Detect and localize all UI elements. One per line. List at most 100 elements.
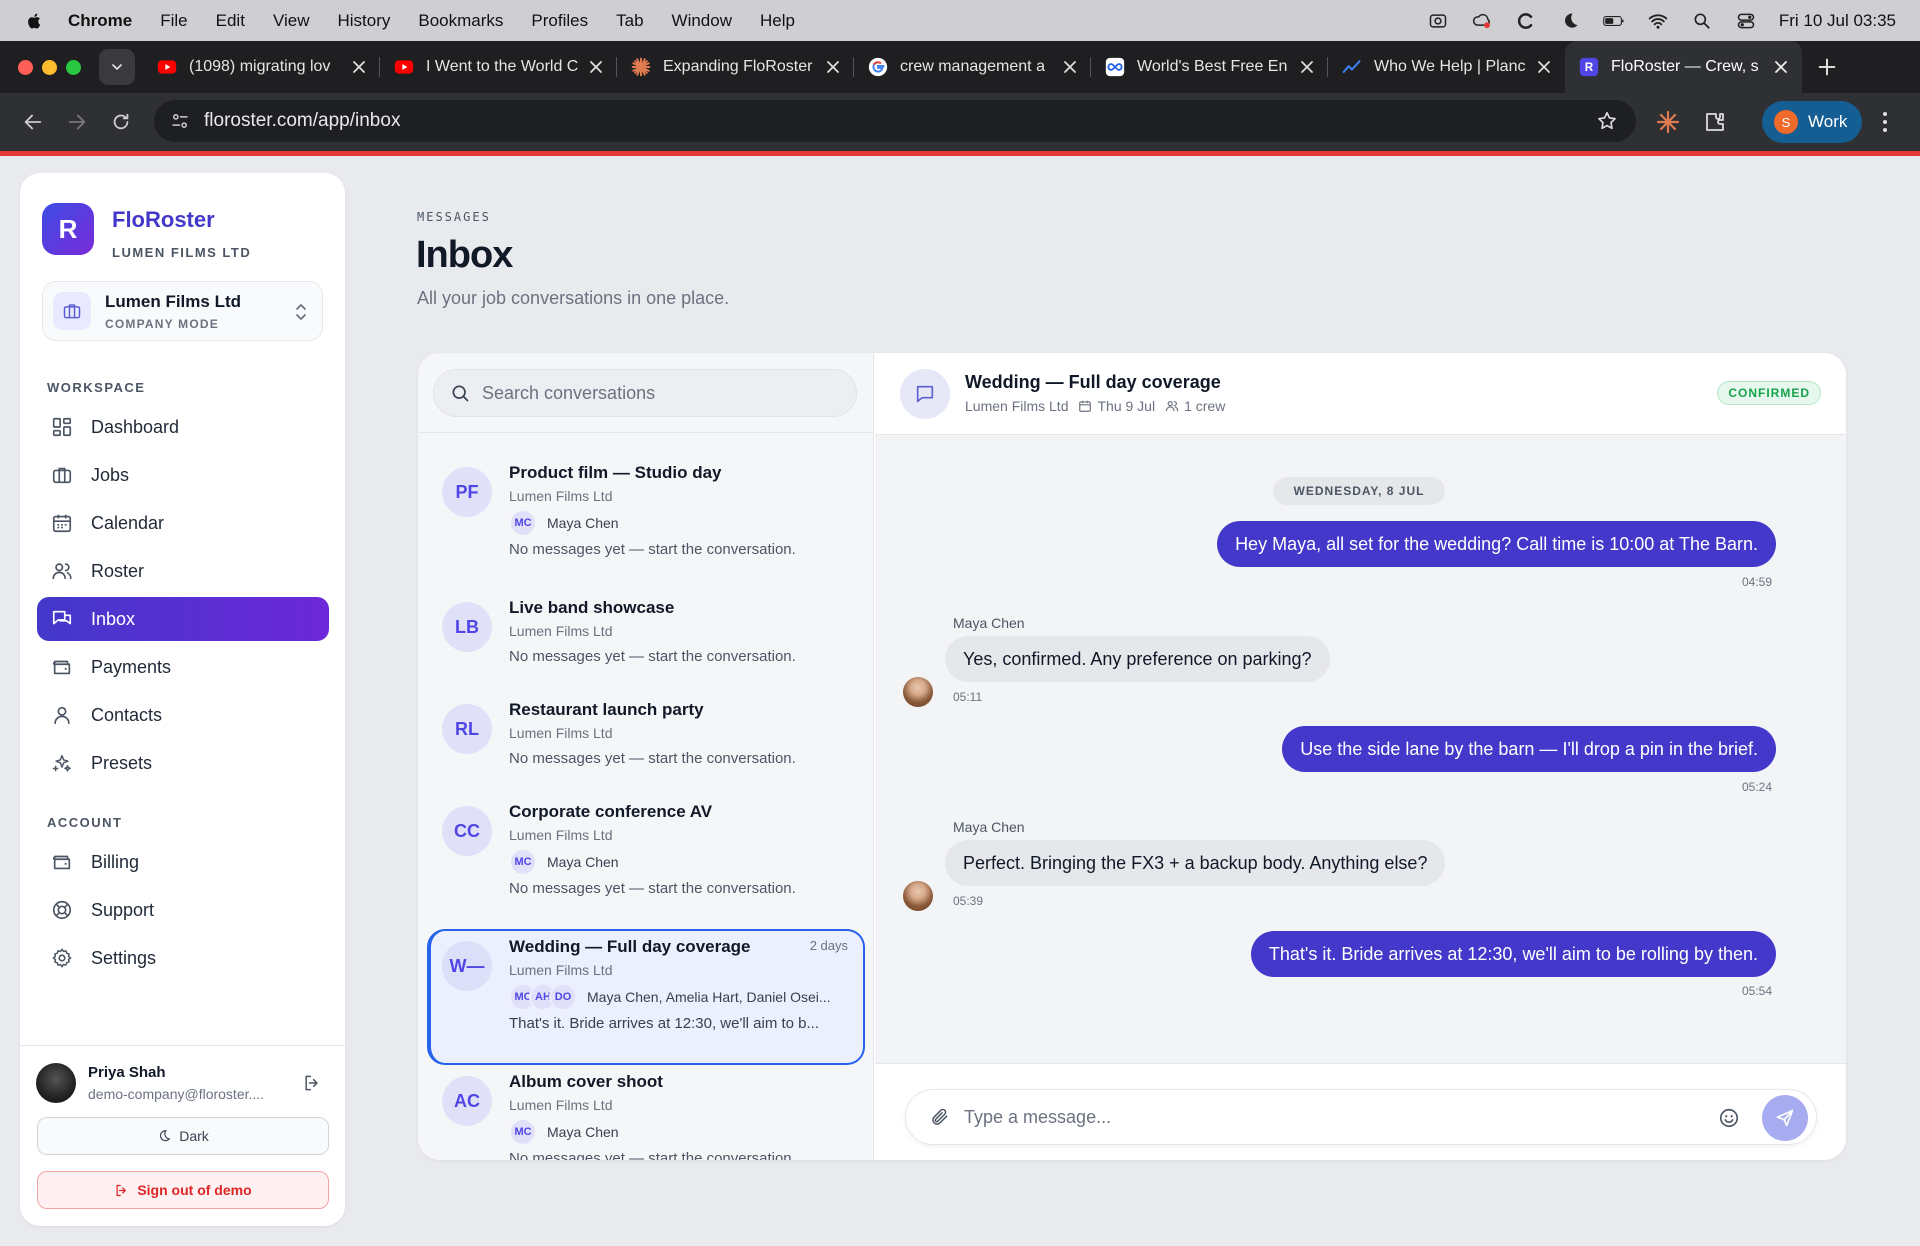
conversation-item[interactable]: AC Album cover shoot Lumen Films Ltd MC …	[418, 1066, 873, 1160]
send-button[interactable]	[1762, 1095, 1808, 1141]
moon-icon[interactable]	[1559, 11, 1581, 31]
nav-presets[interactable]: Presets	[37, 741, 329, 785]
menu-profiles[interactable]: Profiles	[531, 11, 588, 31]
conversation-item-selected[interactable]: W— Wedding — Full day coverage 2 days Lu…	[418, 929, 873, 1065]
thread-date: Thu 9 Jul	[1097, 398, 1156, 414]
browser-tab[interactable]: Who We Help | Planc	[1328, 41, 1565, 93]
conversation-item[interactable]: LB Live band showcase Lumen Films Ltd No…	[418, 592, 873, 682]
nav-support[interactable]: Support	[37, 888, 329, 932]
minimize-window-button[interactable]	[42, 59, 57, 75]
inbox-card: Search conversations PF Product film — S…	[418, 353, 1846, 1160]
zoom-window-button[interactable]	[66, 59, 81, 75]
close-tab-icon[interactable]	[1537, 60, 1551, 74]
nav-calendar[interactable]: Calendar	[37, 501, 329, 545]
claude-extension-icon[interactable]	[1656, 110, 1680, 134]
message-input[interactable]: Type a message...	[905, 1089, 1817, 1145]
profile-label: Work	[1808, 112, 1848, 131]
nav-billing[interactable]: Billing	[37, 840, 329, 884]
dark-mode-label: Dark	[179, 1128, 209, 1144]
close-tab-icon[interactable]	[1300, 60, 1314, 74]
browser-tab[interactable]: World's Best Free En	[1091, 41, 1328, 93]
conversation-item[interactable]: PF Product film — Studio day Lumen Films…	[418, 457, 873, 577]
claude-icon	[631, 57, 651, 77]
close-tab-icon[interactable]	[589, 60, 603, 74]
browser-tab[interactable]: crew management a	[854, 41, 1091, 93]
more-menu-icon[interactable]	[1882, 110, 1888, 134]
url-text: floroster.com/app/inbox	[204, 110, 401, 131]
browser-tab[interactable]: Expanding FloRoster	[617, 41, 854, 93]
nav-settings[interactable]: Settings	[37, 936, 329, 980]
conversation-company: Lumen Films Ltd	[509, 1097, 613, 1113]
day-separator: WEDNESDAY, 8 JUL	[1273, 477, 1445, 505]
menu-window[interactable]: Window	[672, 11, 732, 31]
message-time: 05:11	[953, 690, 983, 704]
screen-record-icon[interactable]	[1427, 11, 1449, 31]
sidebar-divider	[20, 1045, 345, 1046]
youtube-icon	[157, 57, 177, 77]
workspace-section-label: WORKSPACE	[47, 380, 146, 395]
apple-icon[interactable]	[26, 11, 44, 31]
brand[interactable]: R FloRoster LUMEN FILMS LTD	[42, 203, 251, 260]
thread-meta: Lumen Films Ltd Thu 9 Jul 1 crew	[965, 398, 1225, 414]
tab-search-button[interactable]	[99, 49, 135, 85]
menu-view[interactable]: View	[273, 11, 310, 31]
reload-icon[interactable]	[110, 111, 132, 133]
user-icon	[51, 704, 73, 726]
browser-tab[interactable]: I Went to the World C	[380, 41, 617, 93]
nav-contacts[interactable]: Contacts	[37, 693, 329, 737]
logout-icon[interactable]	[302, 1073, 322, 1093]
menu-edit[interactable]: Edit	[216, 11, 245, 31]
menu-app-name[interactable]: Chrome	[68, 11, 132, 31]
close-tab-icon[interactable]	[826, 60, 840, 74]
browser-tab-active[interactable]: R FloRoster — Crew, s	[1565, 41, 1802, 93]
chevron-up-down-icon	[294, 302, 308, 322]
emoji-icon[interactable]	[1718, 1107, 1740, 1129]
message-placeholder: Type a message...	[964, 1106, 1112, 1127]
paperclip-icon[interactable]	[930, 1107, 950, 1127]
dark-mode-toggle[interactable]: Dark	[37, 1117, 329, 1155]
nav-inbox[interactable]: Inbox	[37, 597, 329, 641]
site-settings-icon[interactable]	[170, 111, 190, 131]
company-switcher[interactable]: Lumen Films Ltd COMPANY MODE	[42, 281, 323, 341]
menubar-clock[interactable]: Fri 10 Jul 03:35	[1779, 11, 1896, 31]
nav-payments[interactable]: Payments	[37, 645, 329, 689]
conversation-crew: MC Maya Chen	[509, 1118, 619, 1146]
c-app-icon[interactable]	[1515, 11, 1537, 31]
close-tab-icon[interactable]	[1063, 60, 1077, 74]
spotlight-search-icon[interactable]	[1691, 11, 1713, 31]
creative-cloud-icon[interactable]	[1471, 11, 1493, 31]
youtube-icon	[394, 57, 414, 77]
menu-help[interactable]: Help	[760, 11, 795, 31]
menu-tab[interactable]: Tab	[616, 11, 643, 31]
conversation-item[interactable]: RL Restaurant launch party Lumen Films L…	[418, 694, 873, 784]
list-divider	[418, 432, 873, 433]
close-window-button[interactable]	[18, 59, 33, 75]
nav-dashboard[interactable]: Dashboard	[37, 405, 329, 449]
profile-button[interactable]: S Work	[1762, 101, 1862, 143]
wifi-icon[interactable]	[1647, 11, 1669, 31]
menu-file[interactable]: File	[160, 11, 187, 31]
close-tab-icon[interactable]	[1774, 60, 1788, 74]
battery-icon[interactable]	[1602, 11, 1625, 31]
menu-bookmarks[interactable]: Bookmarks	[418, 11, 503, 31]
conversation-avatar: AC	[442, 1076, 492, 1126]
sign-out-button[interactable]: Sign out of demo	[37, 1171, 329, 1209]
conversation-preview: No messages yet — start the conversation…	[509, 648, 796, 665]
search-conversations-input[interactable]: Search conversations	[433, 369, 857, 417]
control-center-icon[interactable]	[1735, 11, 1757, 31]
conversation-title: Album cover shoot	[509, 1072, 663, 1091]
close-tab-icon[interactable]	[352, 60, 366, 74]
nav-jobs[interactable]: Jobs	[37, 453, 329, 497]
bookmark-star-icon[interactable]	[1596, 110, 1618, 132]
nav-roster[interactable]: Roster	[37, 549, 329, 593]
chat-bubble-icon	[914, 383, 936, 405]
browser-tab[interactable]: (1098) migrating lov	[143, 41, 380, 93]
conversation-item[interactable]: CC Corporate conference AV Lumen Films L…	[418, 796, 873, 916]
back-arrow-icon[interactable]	[22, 111, 44, 133]
menu-history[interactable]: History	[337, 11, 390, 31]
address-bar[interactable]: floroster.com/app/inbox	[154, 100, 1636, 142]
new-tab-icon[interactable]	[1816, 56, 1838, 78]
extensions-puzzle-icon[interactable]	[1703, 110, 1727, 134]
forward-arrow-icon[interactable]	[66, 111, 88, 133]
thread-title: Wedding — Full day coverage	[965, 372, 1221, 392]
